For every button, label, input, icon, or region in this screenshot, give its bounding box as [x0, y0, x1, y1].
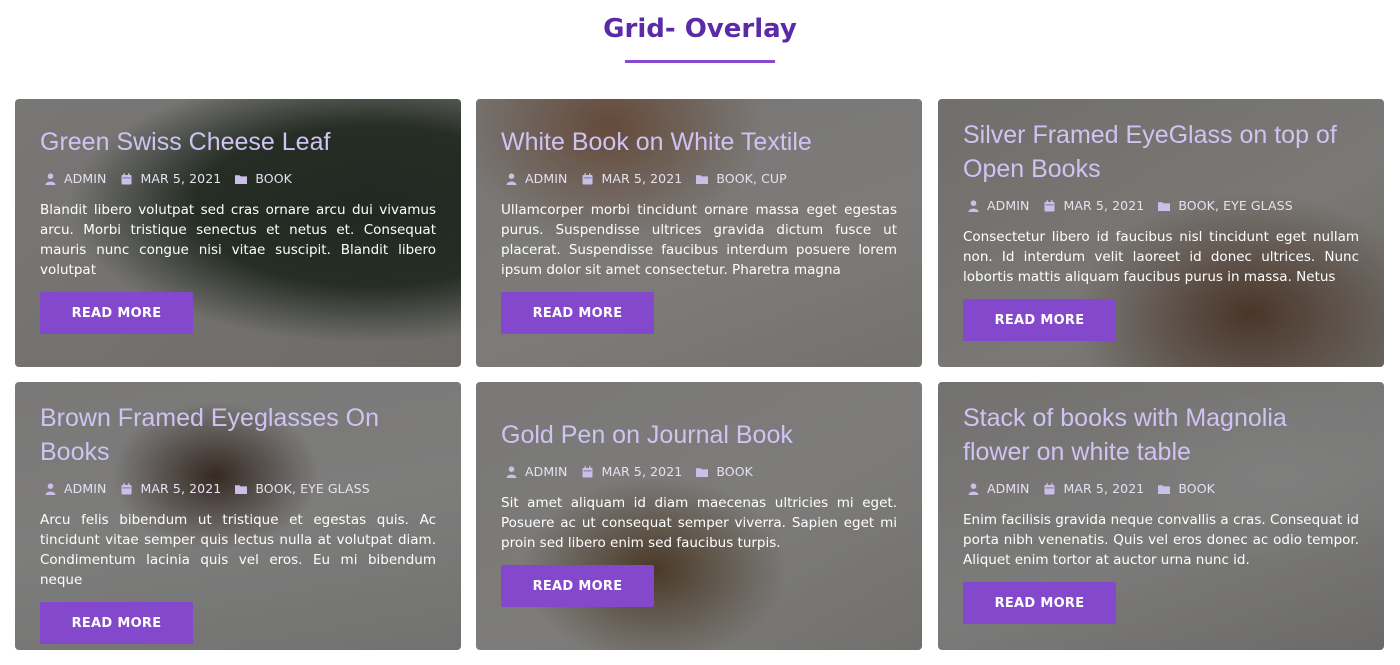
post-card: Stack of books with Magnolia flower on w… [938, 382, 1384, 650]
post-excerpt: Arcu felis bibendum ut tristique et eges… [40, 512, 436, 588]
post-date: MAR 5, 2021 [601, 464, 683, 479]
user-icon [503, 465, 519, 479]
post-card: Silver Framed EyeGlass on top of Open Bo… [938, 99, 1384, 367]
section-title: Grid- Overlay [603, 14, 797, 44]
post-date: MAR 5, 2021 [601, 171, 683, 186]
post-meta: ADMIN MAR 5, 2021 BOOK, CUP [501, 171, 897, 186]
post-author[interactable]: ADMIN [525, 464, 568, 479]
read-more-button[interactable]: READ MORE [501, 565, 654, 607]
read-more-button[interactable]: READ MORE [963, 299, 1116, 341]
folder-icon [694, 465, 710, 479]
post-meta: ADMIN MAR 5, 2021 BOOK [501, 464, 897, 479]
post-excerpt: Enim facilisis gravida neque convallis a… [963, 512, 1359, 568]
folder-icon [1156, 482, 1172, 496]
post-author[interactable]: ADMIN [987, 198, 1030, 213]
post-title[interactable]: Brown Framed Eyeglasses On Books [40, 401, 436, 469]
read-more-button[interactable]: READ MORE [501, 292, 654, 334]
post-date: MAR 5, 2021 [1063, 198, 1145, 213]
folder-icon [233, 482, 249, 496]
post-author[interactable]: ADMIN [987, 481, 1030, 496]
post-excerpt: Consectetur libero id faucibus nisl tinc… [963, 229, 1359, 285]
post-excerpt: Blandit libero volutpat sed cras ornare … [40, 202, 436, 278]
read-more-button[interactable]: READ MORE [963, 582, 1116, 624]
post-categories[interactable]: BOOK [1178, 481, 1215, 496]
post-categories[interactable]: BOOK, EYE GLASS [255, 481, 369, 496]
calendar-icon [119, 172, 135, 186]
post-excerpt: Sit amet aliquam id diam maecenas ultric… [501, 495, 897, 551]
post-title[interactable]: Green Swiss Cheese Leaf [40, 125, 436, 159]
post-categories[interactable]: BOOK, EYE GLASS [1178, 198, 1292, 213]
calendar-icon [1042, 199, 1058, 213]
user-icon [42, 482, 58, 496]
post-title[interactable]: White Book on White Textile [501, 125, 897, 159]
calendar-icon [1042, 482, 1058, 496]
post-card: White Book on White Textile ADMIN MAR 5,… [476, 99, 922, 367]
user-icon [42, 172, 58, 186]
post-author[interactable]: ADMIN [64, 171, 107, 186]
post-meta: ADMIN MAR 5, 2021 BOOK [40, 171, 436, 186]
folder-icon [233, 172, 249, 186]
read-more-button[interactable]: READ MORE [40, 602, 193, 644]
post-meta: ADMIN MAR 5, 2021 BOOK [963, 481, 1359, 496]
user-icon [965, 482, 981, 496]
post-excerpt: Ullamcorper morbi tincidunt ornare massa… [501, 202, 897, 278]
post-categories[interactable]: BOOK, CUP [716, 171, 787, 186]
post-meta: ADMIN MAR 5, 2021 BOOK, EYE GLASS [40, 481, 436, 496]
user-icon [965, 199, 981, 213]
post-title[interactable]: Silver Framed EyeGlass on top of Open Bo… [963, 118, 1359, 186]
calendar-icon [580, 172, 596, 186]
title-underline [625, 60, 775, 63]
post-title[interactable]: Gold Pen on Journal Book [501, 418, 897, 452]
user-icon [503, 172, 519, 186]
post-title[interactable]: Stack of books with Magnolia flower on w… [963, 401, 1359, 469]
folder-icon [694, 172, 710, 186]
read-more-button[interactable]: READ MORE [40, 292, 193, 334]
post-date: MAR 5, 2021 [1063, 481, 1145, 496]
post-categories[interactable]: BOOK [716, 464, 753, 479]
post-author[interactable]: ADMIN [64, 481, 107, 496]
calendar-icon [580, 465, 596, 479]
post-author[interactable]: ADMIN [525, 171, 568, 186]
calendar-icon [119, 482, 135, 496]
post-date: MAR 5, 2021 [140, 171, 222, 186]
post-date: MAR 5, 2021 [140, 481, 222, 496]
post-meta: ADMIN MAR 5, 2021 BOOK, EYE GLASS [963, 198, 1359, 213]
post-categories[interactable]: BOOK [255, 171, 292, 186]
post-card: Gold Pen on Journal Book ADMIN MAR 5, 20… [476, 382, 922, 650]
folder-icon [1156, 199, 1172, 213]
post-card: Brown Framed Eyeglasses On Books ADMIN M… [15, 382, 461, 650]
post-card: Green Swiss Cheese Leaf ADMIN MAR 5, 202… [15, 99, 461, 367]
